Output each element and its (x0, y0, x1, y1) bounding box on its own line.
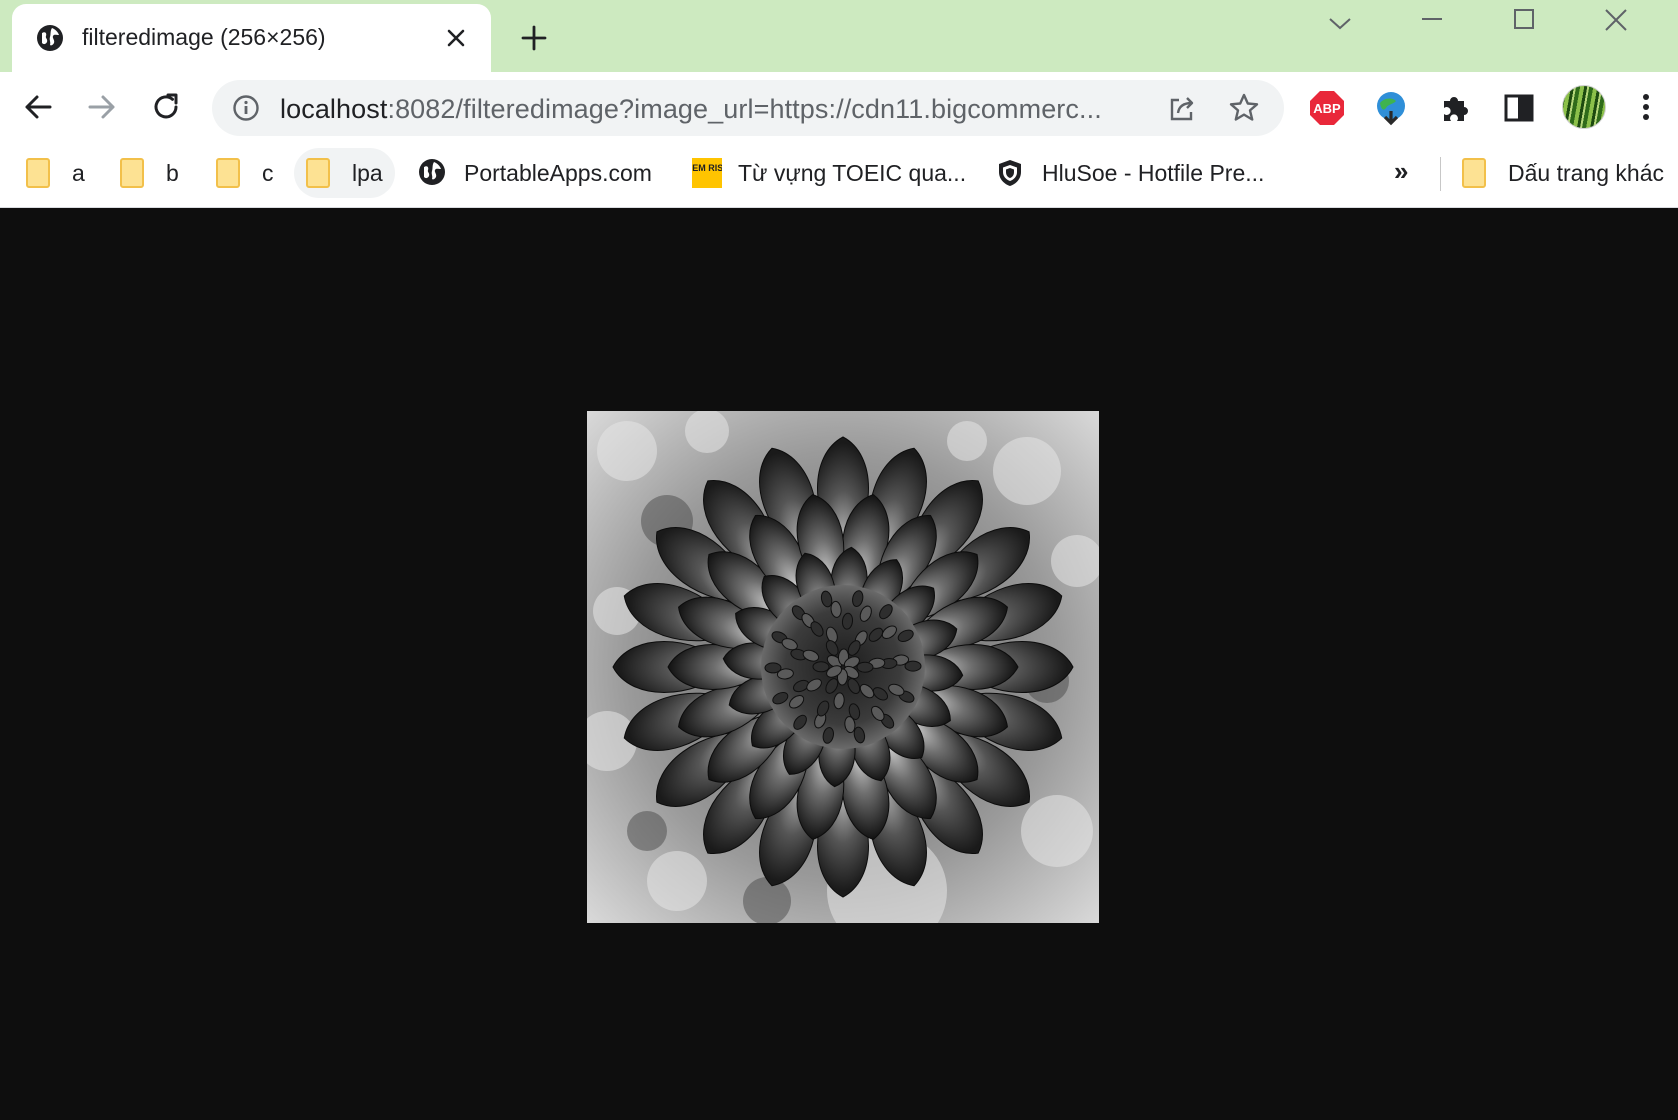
url-host: localhost (280, 94, 388, 124)
extensions-puzzle-icon[interactable] (1436, 89, 1474, 127)
bookmark-label: a (72, 159, 85, 186)
bookmark-hlusoe[interactable]: HluSoe - Hotfile Pre... (984, 148, 1276, 198)
address-bar[interactable]: localhost:8082/filteredimage?image_url=h… (212, 80, 1284, 136)
reload-icon[interactable] (146, 87, 186, 127)
folder-icon (216, 158, 242, 188)
bookmark-label: c (262, 159, 274, 186)
bookmark-other-folder[interactable]: Dấu trang khác (1450, 148, 1676, 198)
bookmark-folder-c[interactable]: c (204, 148, 286, 198)
bookmark-label: Từ vựng TOEIC qua... (738, 159, 967, 186)
maximize-icon[interactable] (1506, 6, 1542, 42)
folder-icon (306, 158, 332, 188)
bookmark-label: PortableApps.com (464, 159, 652, 186)
bookmark-label: b (166, 159, 179, 186)
new-tab-icon[interactable] (520, 24, 548, 52)
tab-filteredimage[interactable]: filteredimage (256×256) (12, 4, 491, 72)
folder-icon (1462, 158, 1488, 188)
bookmark-portableapps[interactable]: PortableApps.com (406, 148, 664, 198)
globe-icon (36, 24, 64, 52)
adblock-plus-icon[interactable]: ABP (1308, 89, 1346, 127)
url-text[interactable]: localhost:8082/filteredimage?image_url=h… (280, 94, 1102, 125)
toolbar: localhost:8082/filteredimage?image_url=h… (0, 72, 1678, 142)
bookmarks-overflow-icon[interactable]: » (1394, 156, 1408, 187)
back-icon[interactable] (18, 87, 58, 127)
bookmark-folder-a[interactable]: a (14, 148, 97, 198)
bookmarks-divider (1440, 157, 1441, 191)
idm-icon[interactable] (1372, 89, 1410, 127)
minimize-icon[interactable] (1414, 6, 1450, 42)
bookmark-label: lpa (352, 159, 383, 186)
bookmark-star-icon[interactable] (1228, 92, 1260, 124)
menu-kebab-icon[interactable] (1626, 87, 1666, 127)
globe-icon (418, 158, 445, 188)
tab-strip: filteredimage (256×256) (0, 0, 1678, 72)
url-path: :8082/filteredimage?image_url=https://cd… (387, 94, 1102, 124)
memrise-icon-text-top: MEM RISE (692, 163, 722, 173)
shield-icon (996, 158, 1022, 188)
bookmark-label: Dấu trang khác (1508, 159, 1664, 186)
tab-title: filteredimage (256×256) (82, 24, 326, 50)
memrise-icon: MEM RISE (685, 158, 729, 188)
forward-icon[interactable] (82, 87, 122, 127)
side-panel-icon[interactable] (1500, 89, 1538, 127)
profile-avatar[interactable] (1562, 85, 1606, 129)
grayscale-dahlia-photo (587, 411, 1099, 923)
svg-text:ABP: ABP (1313, 101, 1341, 116)
close-window-icon[interactable] (1598, 6, 1634, 42)
bookmark-label: HluSoe - Hotfile Pre... (1042, 159, 1265, 186)
tab-close-icon[interactable] (444, 26, 468, 50)
bookmarks-bar: a b c lpa PortableApps.com MEM RISE Từ v… (0, 142, 1678, 208)
bookmark-memrise[interactable]: MEM RISE Từ vựng TOEIC qua... (680, 148, 978, 198)
folder-icon (26, 158, 52, 188)
chevron-down-icon[interactable] (1322, 6, 1358, 42)
bookmark-folder-lpa[interactable]: lpa (294, 148, 395, 198)
site-info-icon[interactable] (232, 94, 260, 122)
share-icon[interactable] (1166, 92, 1198, 124)
page-viewport (0, 209, 1678, 1120)
folder-icon (120, 158, 146, 188)
bookmark-folder-b[interactable]: b (108, 148, 191, 198)
